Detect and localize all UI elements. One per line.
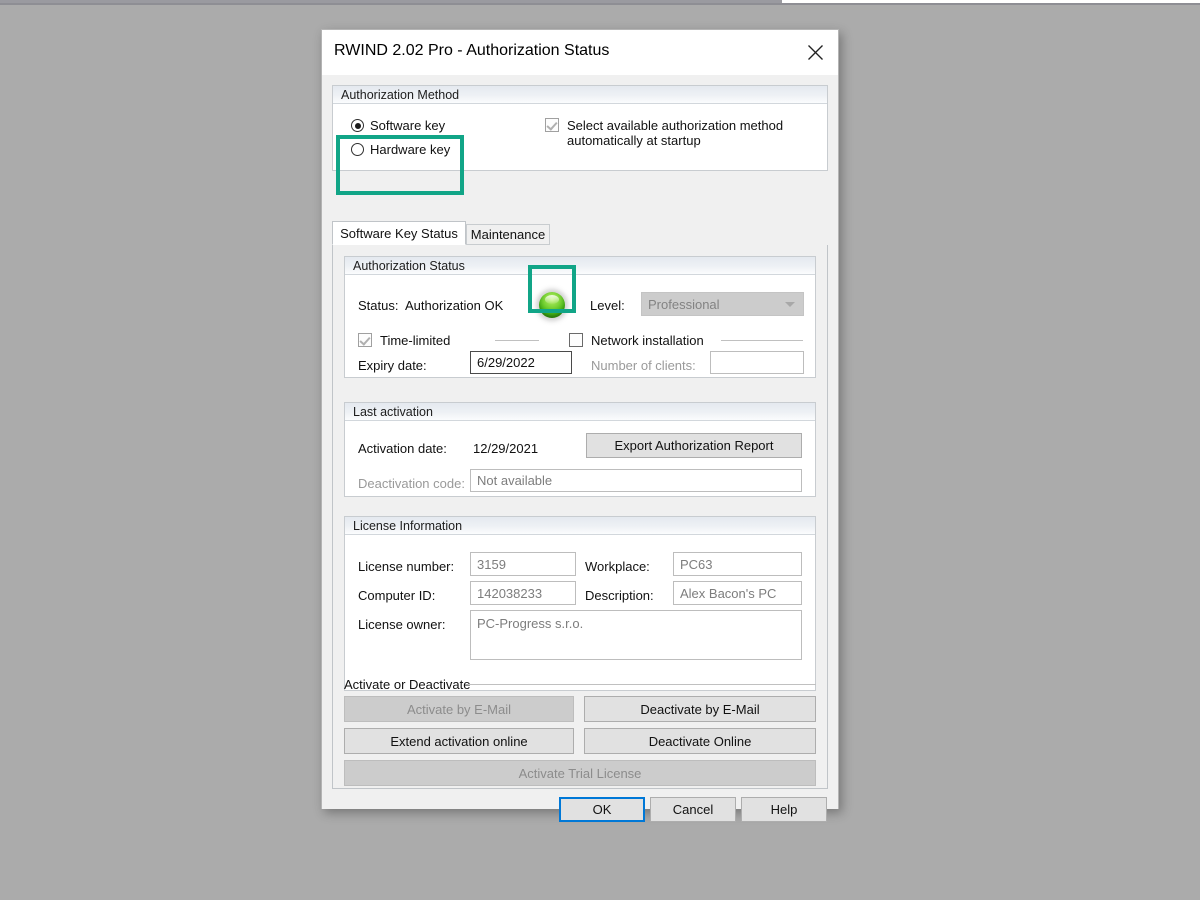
- license-information-body: License number: 3159 Workplace: PC63 Com…: [345, 535, 815, 690]
- activation-date-label: Activation date:: [358, 441, 447, 456]
- checkbox-network-installation[interactable]: Network installation: [569, 333, 704, 348]
- radio-software-key-label: Software key: [370, 118, 445, 133]
- deactivation-code-label: Deactivation code:: [358, 476, 465, 491]
- checkbox-auto-select-label-line1: Select available authorization method: [567, 118, 783, 133]
- export-authorization-report-button[interactable]: Export Authorization Report: [586, 433, 802, 458]
- checkbox-auto-select-label-line2: automatically at startup: [567, 133, 701, 148]
- deactivate-online-button[interactable]: Deactivate Online: [584, 728, 816, 754]
- activate-trial-license-button[interactable]: Activate Trial License: [344, 760, 816, 786]
- deactivation-code-value: Not available: [477, 473, 552, 488]
- license-information-group-title: License Information: [345, 517, 815, 535]
- status-label: Status:: [358, 298, 398, 313]
- tab-maintenance-label: Maintenance: [471, 227, 545, 242]
- radio-software-key-indicator: [351, 119, 364, 132]
- authorization-method-body: Software key Hardware key Select availab…: [333, 104, 827, 170]
- export-authorization-report-label: Export Authorization Report: [615, 438, 774, 453]
- dialog-body: Authorization Method Software key Hardwa…: [322, 75, 838, 809]
- number-of-clients-input[interactable]: [710, 351, 804, 374]
- authorization-method-group: Authorization Method Software key Hardwa…: [332, 85, 828, 171]
- ok-button[interactable]: OK: [559, 797, 645, 822]
- level-dropdown[interactable]: Professional: [641, 292, 804, 316]
- activate-by-email-button[interactable]: Activate by E-Mail: [344, 696, 574, 722]
- activate-by-email-label: Activate by E-Mail: [407, 702, 511, 717]
- separator-time-limited: [495, 340, 539, 341]
- authorization-status-group: Authorization Status Status: Authorizati…: [344, 256, 816, 378]
- last-activation-group-title: Last activation: [345, 403, 815, 421]
- description-input[interactable]: Alex Bacon's PC: [673, 581, 802, 605]
- status-led-icon: [539, 292, 565, 318]
- checkbox-auto-select-indicator: [545, 118, 559, 132]
- activate-deactivate-separator: [468, 684, 816, 685]
- help-button[interactable]: Help: [741, 797, 827, 822]
- authorization-status-dialog: RWIND 2.02 Pro - Authorization Status Au…: [321, 29, 839, 809]
- ok-button-label: OK: [593, 802, 612, 817]
- description-label: Description:: [585, 588, 654, 603]
- license-number-value: 3159: [477, 557, 506, 572]
- license-owner-input[interactable]: PC-Progress s.r.o.: [470, 610, 802, 660]
- title-bar: RWIND 2.02 Pro - Authorization Status: [322, 30, 838, 75]
- description-value: Alex Bacon's PC: [680, 586, 776, 601]
- workplace-input[interactable]: PC63: [673, 552, 802, 576]
- expiry-date-value: 6/29/2022: [477, 355, 535, 370]
- radio-hardware-key-label: Hardware key: [370, 142, 450, 157]
- activate-trial-license-label: Activate Trial License: [519, 766, 642, 781]
- cancel-button[interactable]: Cancel: [650, 797, 736, 822]
- extend-activation-online-label: Extend activation online: [390, 734, 527, 749]
- computer-id-input[interactable]: 142038233: [470, 581, 576, 605]
- close-icon[interactable]: [793, 30, 838, 75]
- activation-date-value: 12/29/2021: [473, 441, 538, 456]
- expiry-date-label: Expiry date:: [358, 358, 427, 373]
- deactivate-by-email-label: Deactivate by E-Mail: [640, 702, 759, 717]
- tab-software-key-status-label: Software Key Status: [340, 226, 458, 241]
- authorization-status-body: Status: Authorization OK Level: Professi…: [345, 275, 815, 377]
- activate-deactivate-legend: Activate or Deactivate: [344, 677, 470, 692]
- extend-activation-online-button[interactable]: Extend activation online: [344, 728, 574, 754]
- deactivate-online-label: Deactivate Online: [649, 734, 752, 749]
- checkbox-network-installation-label: Network installation: [591, 333, 704, 348]
- chevron-down-icon: [785, 302, 795, 307]
- checkbox-auto-select-method[interactable]: Select available authorization method au…: [545, 118, 783, 148]
- checkbox-time-limited[interactable]: Time-limited: [358, 333, 450, 348]
- computer-id-value: 142038233: [477, 586, 542, 601]
- window-title: RWIND 2.02 Pro - Authorization Status: [334, 42, 609, 60]
- tab-software-key-status[interactable]: Software Key Status: [332, 221, 466, 245]
- checkbox-time-limited-indicator: [358, 333, 372, 347]
- deactivate-by-email-button[interactable]: Deactivate by E-Mail: [584, 696, 816, 722]
- deactivation-code-input[interactable]: Not available: [470, 469, 802, 492]
- workplace-value: PC63: [680, 557, 713, 572]
- separator-network-installation: [721, 340, 803, 341]
- status-value: Authorization OK: [405, 298, 503, 313]
- cancel-button-label: Cancel: [673, 802, 713, 817]
- level-label: Level:: [590, 298, 625, 313]
- last-activation-group: Last activation Activation date: 12/29/2…: [344, 402, 816, 497]
- computer-id-label: Computer ID:: [358, 588, 435, 603]
- authorization-status-group-title: Authorization Status: [345, 257, 815, 275]
- last-activation-body: Activation date: 12/29/2021 Export Autho…: [345, 421, 815, 496]
- license-owner-label: License owner:: [358, 617, 445, 632]
- radio-hardware-key[interactable]: Hardware key: [351, 142, 450, 157]
- background-window-edge-lower: [0, 3, 1200, 5]
- radio-software-key[interactable]: Software key: [351, 118, 445, 133]
- number-of-clients-label: Number of clients:: [591, 358, 696, 373]
- workplace-label: Workplace:: [585, 559, 650, 574]
- authorization-method-group-title: Authorization Method: [333, 86, 827, 104]
- checkbox-network-installation-indicator: [569, 333, 583, 347]
- license-number-label: License number:: [358, 559, 454, 574]
- license-owner-value: PC-Progress s.r.o.: [477, 616, 583, 631]
- level-dropdown-value: Professional: [648, 297, 720, 312]
- tab-strip: Software Key Status Maintenance: [332, 221, 828, 245]
- expiry-date-input[interactable]: 6/29/2022: [470, 351, 572, 374]
- help-button-label: Help: [771, 802, 798, 817]
- tab-maintenance[interactable]: Maintenance: [466, 224, 550, 245]
- license-number-input[interactable]: 3159: [470, 552, 576, 576]
- license-information-group: License Information License number: 3159…: [344, 516, 816, 691]
- checkbox-time-limited-label: Time-limited: [380, 333, 450, 348]
- radio-hardware-key-indicator: [351, 143, 364, 156]
